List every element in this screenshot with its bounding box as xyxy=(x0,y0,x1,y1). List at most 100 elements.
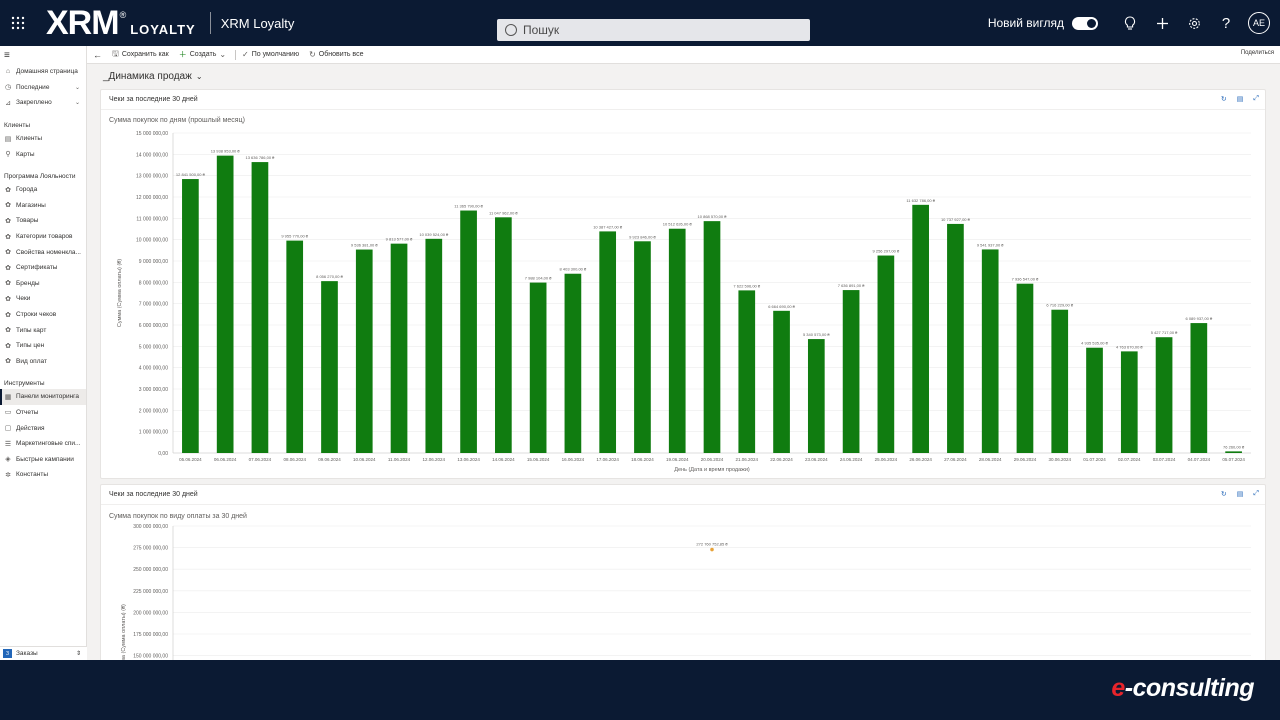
sidebar-item-cities[interactable]: ✿ Города xyxy=(0,182,86,198)
entity-icon: ✿ xyxy=(5,327,11,335)
expand-icon[interactable]: ⤢ xyxy=(1253,95,1259,103)
brand-main-text: XRM xyxy=(46,4,120,42)
refresh-all-button[interactable]: ↻ Обновить все xyxy=(309,50,363,59)
sidebar-item-dashboards[interactable]: ▦ Панели мониторинга xyxy=(0,389,86,405)
share-button[interactable]: Поделиться xyxy=(1241,50,1274,56)
save-as-label: Сохранить как xyxy=(121,51,169,58)
sidebar-item-receipt-lines[interactable]: ✿ Строки чеков xyxy=(0,307,86,323)
chevron-updown-icon: ⇕ xyxy=(75,651,81,657)
x-tick-label: 20.06.2024 xyxy=(701,457,724,462)
data-label: 4 763 670,00 ₴ xyxy=(1116,344,1143,349)
bar xyxy=(425,238,443,453)
sidebar-item-cards[interactable]: ⚲ Карты xyxy=(0,146,86,162)
x-tick-label: 18.06.2024 xyxy=(631,457,654,462)
x-tick-label: 19.06.2024 xyxy=(666,457,689,462)
y-axis-title: ма (Сумма оплаты) (₴) xyxy=(121,604,127,660)
help-icon[interactable]: ? xyxy=(1210,0,1242,46)
dashboard-title: _Динамика продаж xyxy=(103,71,192,82)
expand-icon[interactable]: ⤢ xyxy=(1253,490,1259,498)
dashboard-selector[interactable]: _Динамика продаж ⌄ xyxy=(103,71,203,82)
chevron-down-icon[interactable]: ⌄ xyxy=(75,84,80,91)
logo-rest: -consulting xyxy=(1124,674,1255,702)
x-tick-label: 15.06.2024 xyxy=(527,457,550,462)
refresh-icon[interactable]: ↻ xyxy=(1221,490,1227,498)
sidebar-item-home[interactable]: ⌂ Домашняя страница xyxy=(0,64,86,80)
sidebar-item-quick-campaigns[interactable]: ◈ Быстрые кампании xyxy=(0,451,86,467)
data-label: 4 935 535,00 ₴ xyxy=(1081,341,1108,346)
sidebar-item-label: Категории товаров xyxy=(16,233,73,241)
area-switcher[interactable]: З Заказы ⇕ xyxy=(0,646,87,660)
brand-sub-text: LOYALTY xyxy=(130,22,196,37)
bar xyxy=(182,179,199,453)
gear-icon[interactable] xyxy=(1178,0,1210,46)
bar xyxy=(981,249,999,453)
app-name[interactable]: XRM Loyalty xyxy=(221,16,295,31)
lightbulb-icon[interactable] xyxy=(1114,0,1146,46)
plus-icon[interactable] xyxy=(1146,0,1178,46)
x-tick-label: 30.06.2024 xyxy=(1048,457,1071,462)
brand-logo[interactable]: XRM ® LOYALTY xyxy=(46,6,196,40)
data-label: 10 512 626,00 ₴ xyxy=(663,222,693,227)
sidebar-item-activities[interactable]: ▢ Действия xyxy=(0,420,86,436)
card-title: Чеки за последние 30 дней xyxy=(109,96,198,103)
x-tick-label: 28.06.2024 xyxy=(979,457,1002,462)
sidebar-item-pinned[interactable]: ⊿ Закреплено ⌄ xyxy=(0,95,86,111)
bar xyxy=(1051,309,1069,453)
hamburger-menu-icon[interactable]: ≡ xyxy=(0,46,86,64)
chevron-down-icon[interactable]: ⌄ xyxy=(75,99,80,106)
main-content: _Динамика продаж ⌄ Чеки за последние 30 … xyxy=(87,64,1280,660)
card-toolbar: ↻ ▤ ⤢ xyxy=(1221,490,1259,498)
sidebar-item-marketing-lists[interactable]: ☰ Маркетинговые спи... xyxy=(0,436,86,452)
data-label: 12 841 500,00 ₴ xyxy=(176,172,206,177)
y-tick-label: 4 000 000,00 xyxy=(139,366,168,372)
bar xyxy=(460,210,477,453)
sidebar-item-label: Закреплено xyxy=(16,99,52,107)
bar xyxy=(773,310,790,453)
sidebar-item-label: Быстрые кампании xyxy=(16,455,74,463)
data-point xyxy=(710,547,714,552)
entity-icon: ✿ xyxy=(5,217,11,225)
sidebar-item-nomenclature-properties[interactable]: ✿ Свойства номенкла... xyxy=(0,244,86,260)
bar xyxy=(1225,451,1242,453)
view-records-icon[interactable]: ▤ xyxy=(1237,95,1244,103)
sidebar-item-product-categories[interactable]: ✿ Категории товаров xyxy=(0,229,86,245)
sidebar-item-reports[interactable]: ▭ Отчеты xyxy=(0,405,86,421)
bar xyxy=(877,255,895,453)
sidebar-item-products[interactable]: ✿ Товары xyxy=(0,213,86,229)
sidebar-item-stores[interactable]: ✿ Магазины xyxy=(0,198,86,214)
card-header: Чеки за последние 30 дней ↻ ▤ ⤢ xyxy=(101,90,1265,110)
create-label: Создать xyxy=(189,51,217,58)
sidebar-item-recent[interactable]: ◷ Последние ⌄ xyxy=(0,80,86,96)
sidebar-item-receipts[interactable]: ✿ Чеки xyxy=(0,291,86,307)
x-tick-label: 13.06.2024 xyxy=(457,457,480,462)
view-records-icon[interactable]: ▤ xyxy=(1237,490,1244,498)
set-default-button[interactable]: ✓ По умолчанию xyxy=(242,50,299,59)
sidebar-item-label: Панели мониторинга xyxy=(16,393,80,401)
data-label: 7 622 596,00 ₴ xyxy=(733,283,760,288)
refresh-icon[interactable]: ↻ xyxy=(1221,95,1227,103)
dashboard-icon: ▦ xyxy=(4,393,12,401)
create-button[interactable]: ＋ Создать ⌄ xyxy=(179,49,229,60)
sidebar-item-brands[interactable]: ✿ Бренды xyxy=(0,276,86,292)
search-box[interactable]: Пошук xyxy=(497,19,810,41)
app-launcher-icon[interactable] xyxy=(4,0,32,46)
sidebar-item-card-types[interactable]: ✿ Типы карт xyxy=(0,322,86,338)
sidebar-item-price-types[interactable]: ✿ Типы цен xyxy=(0,338,86,354)
sidebar-item-label: Вид оплат xyxy=(16,357,47,365)
y-tick-label: 0,00 xyxy=(158,451,168,457)
sidebar-item-certificates[interactable]: ✿ Сертификаты xyxy=(0,260,86,276)
save-as-button[interactable]: 🖫 Сохранить как xyxy=(112,48,169,62)
brand-registered-mark: ® xyxy=(119,10,127,20)
campaign-icon: ◈ xyxy=(5,456,11,464)
sidebar-item-constants[interactable]: ✲ Константы xyxy=(0,467,86,483)
y-tick-label: 3 000 000,00 xyxy=(139,387,168,393)
sidebar-item-payment-types[interactable]: ✿ Вид оплат xyxy=(0,354,86,370)
sidebar-item-label: Последние xyxy=(16,83,50,91)
y-tick-label: 1 000 000,00 xyxy=(139,430,168,436)
bar xyxy=(390,243,408,453)
sidebar-item-clients[interactable]: ▤ Клиенты xyxy=(0,131,86,147)
new-look-toggle[interactable] xyxy=(1072,16,1098,30)
x-tick-label: 09.06.2024 xyxy=(318,457,341,462)
avatar[interactable]: AE xyxy=(1248,12,1270,34)
back-arrow-icon[interactable]: ← xyxy=(93,50,102,60)
